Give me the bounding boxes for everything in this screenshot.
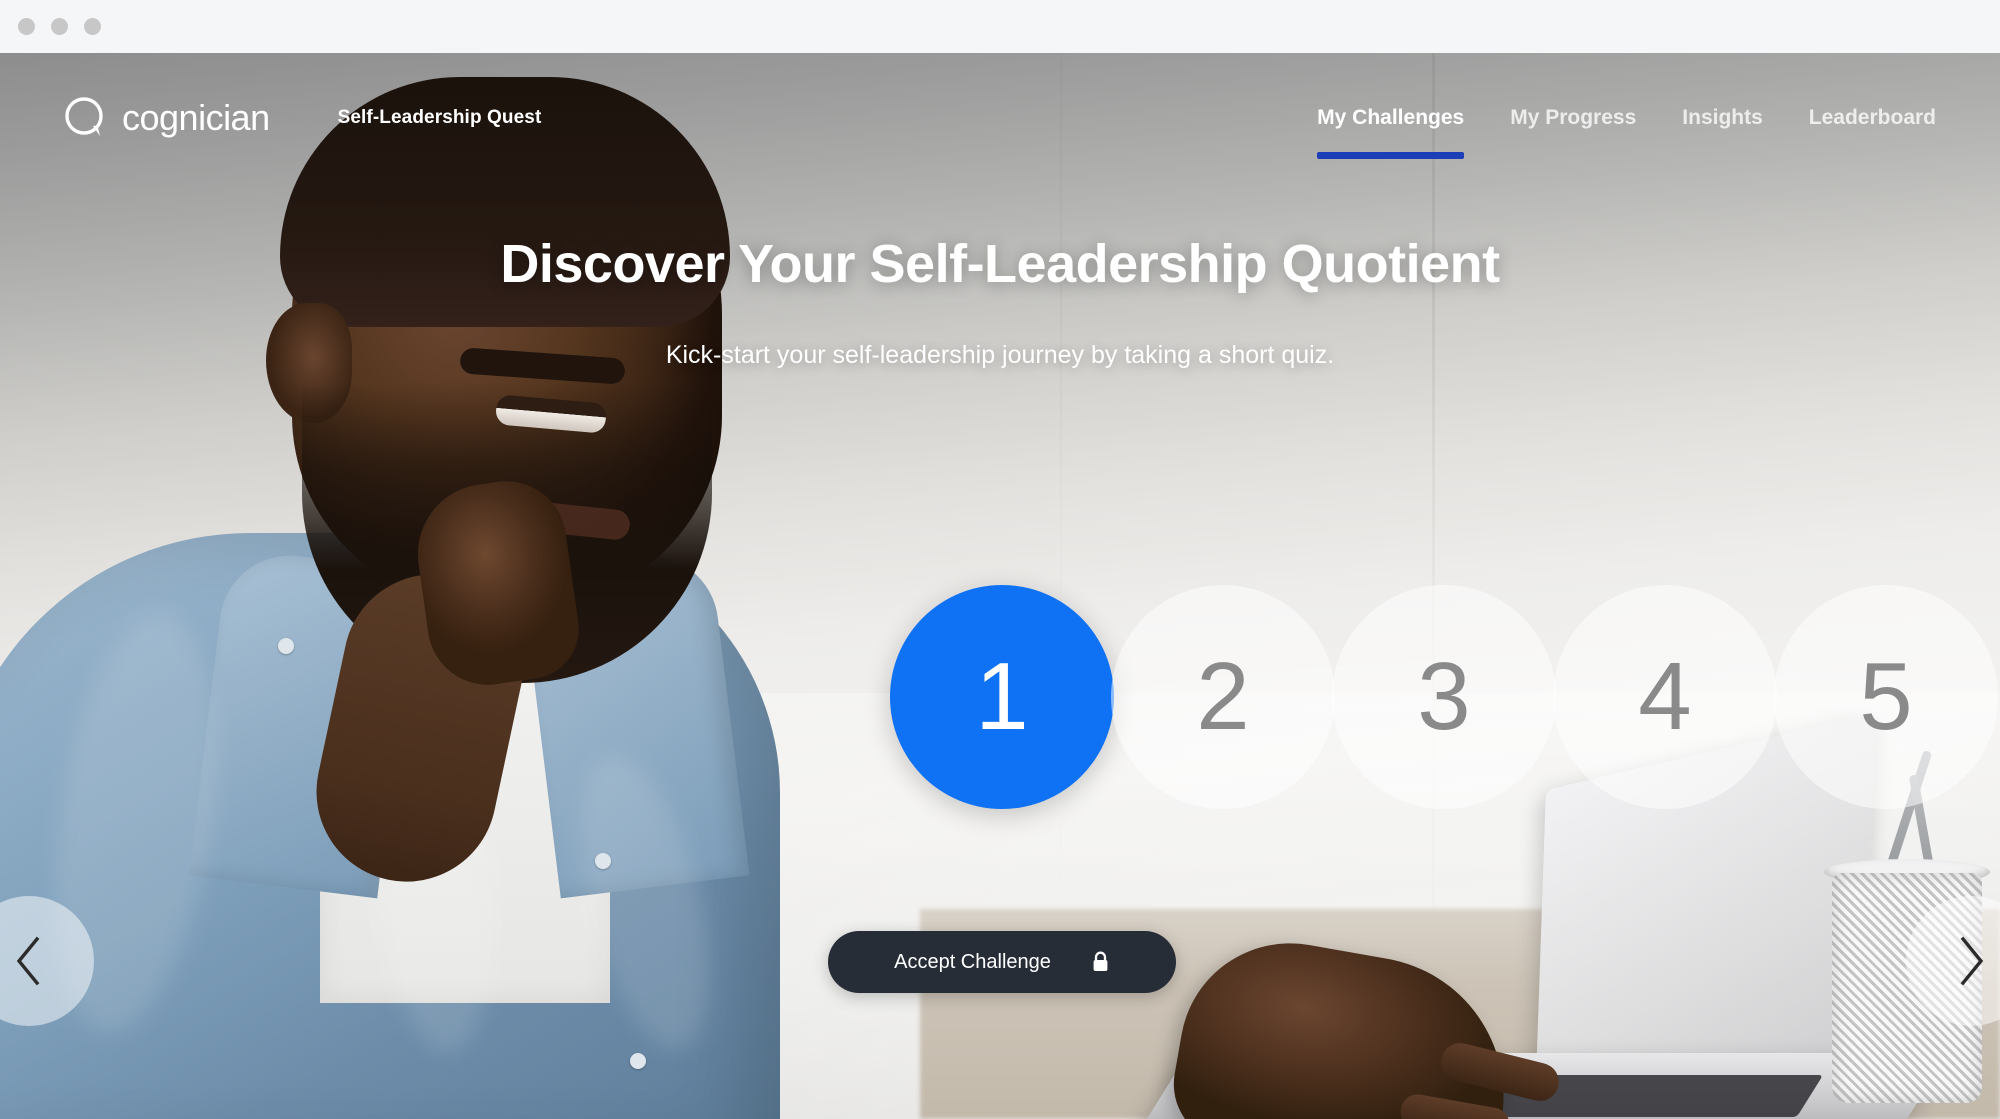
lock-icon — [1091, 951, 1110, 973]
challenge-step-indicator: 1 2 3 4 5 — [890, 585, 1998, 809]
brand-name: cognician — [122, 97, 270, 138]
active-nav-underline — [1317, 152, 1465, 159]
accept-challenge-button[interactable]: Accept Challenge — [828, 931, 1176, 993]
chevron-left-icon — [12, 934, 46, 988]
close-window-button[interactable] — [18, 18, 35, 35]
step-number: 2 — [1196, 643, 1250, 750]
main-navigation: My Challenges My Progress Insights Leade… — [1317, 53, 1936, 183]
shirt-button — [595, 853, 611, 869]
nav-item-my-challenges[interactable]: My Challenges — [1317, 53, 1465, 183]
page-subtitle: Kick-start your self-leadership journey … — [665, 341, 1335, 369]
hero-copy: Discover Your Self-Leadership Quotient K… — [0, 233, 2000, 370]
speech-bubble-logo-icon — [64, 96, 108, 140]
step-number: 1 — [975, 643, 1029, 750]
person-photo-subject — [0, 53, 900, 1119]
nav-label: My Progress — [1510, 106, 1637, 129]
step-number: 4 — [1638, 643, 1692, 750]
step-circle-3[interactable]: 3 — [1332, 585, 1556, 809]
traffic-light-buttons — [18, 18, 101, 35]
nav-item-leaderboard[interactable]: Leaderboard — [1809, 53, 1936, 183]
step-circle-1[interactable]: 1 — [890, 585, 1114, 809]
nav-label: Leaderboard — [1808, 106, 1936, 129]
challenge-hero-banner: cognician Self-Leadership Quest My Chall… — [0, 53, 2000, 1119]
app-header: cognician Self-Leadership Quest My Chall… — [0, 53, 2000, 183]
quest-title: Self-Leadership Quest — [337, 107, 542, 128]
step-circle-2[interactable]: 2 — [1111, 585, 1335, 809]
shirt-button — [630, 1053, 646, 1069]
step-number: 3 — [1417, 643, 1471, 750]
minimize-window-button[interactable] — [51, 18, 68, 35]
accept-challenge-label: Accept Challenge — [894, 950, 1051, 973]
step-circle-4[interactable]: 4 — [1553, 585, 1777, 809]
nav-item-my-progress[interactable]: My Progress — [1510, 53, 1636, 183]
brand-logo[interactable]: cognician — [64, 96, 270, 140]
nav-label: My Challenges — [1317, 106, 1465, 129]
step-number: 5 — [1859, 643, 1913, 750]
window-titlebar — [0, 0, 2000, 53]
chevron-right-icon — [1954, 934, 1988, 988]
shirt-button — [278, 638, 294, 654]
browser-window: cognician Self-Leadership Quest My Chall… — [0, 0, 2000, 1119]
page-title: Discover Your Self-Leadership Quotient — [500, 234, 1500, 294]
step-circle-5[interactable]: 5 — [1774, 585, 1998, 809]
nav-label: Insights — [1682, 106, 1763, 129]
maximize-window-button[interactable] — [84, 18, 101, 35]
nav-item-insights[interactable]: Insights — [1682, 53, 1763, 183]
